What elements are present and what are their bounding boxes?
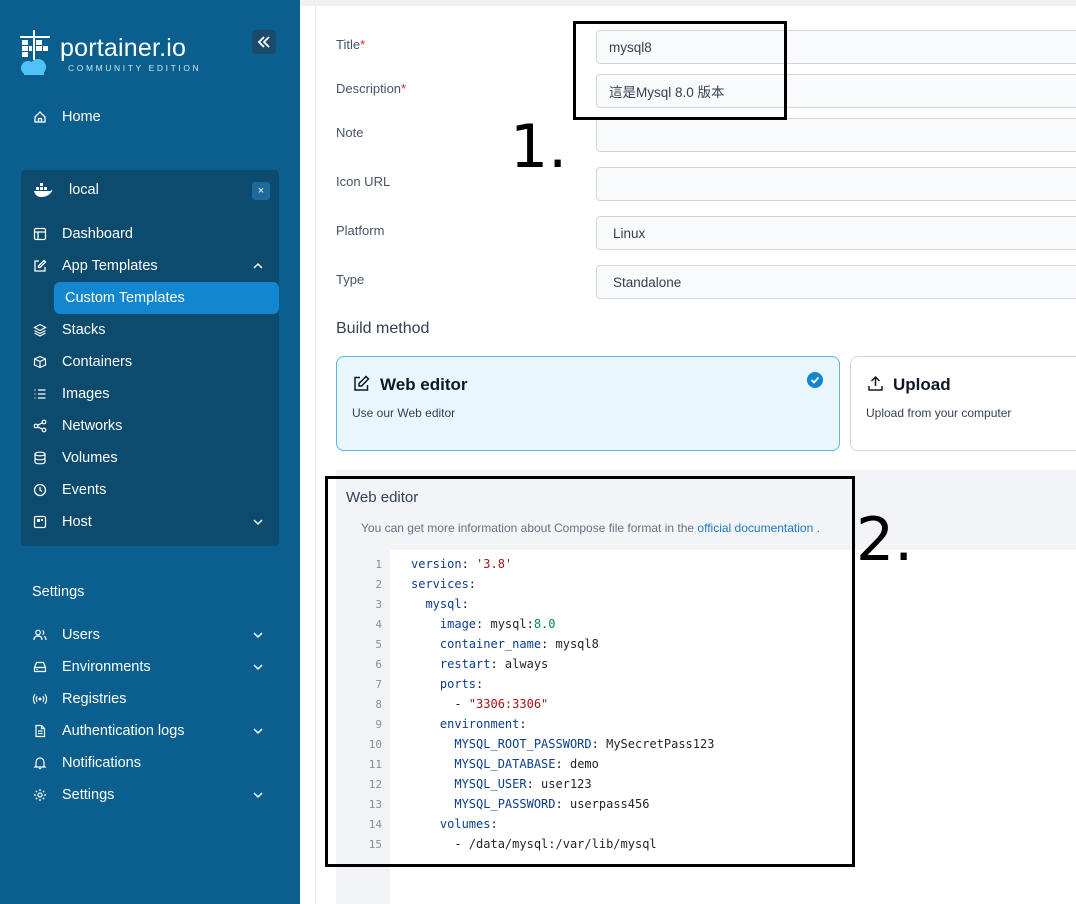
sidebar-item-home[interactable]: Home bbox=[0, 101, 300, 133]
dashboard-icon bbox=[33, 227, 47, 241]
sidebar-item-label: Containers bbox=[62, 354, 133, 370]
gear-icon bbox=[34, 789, 46, 801]
file-text-icon bbox=[35, 724, 46, 738]
sidebar-item-settings[interactable]: Settings bbox=[0, 779, 300, 811]
sidebar-item-stacks[interactable]: Stacks bbox=[0, 314, 300, 346]
docker-icon bbox=[34, 183, 53, 197]
sidebar-item-label: Events bbox=[62, 482, 107, 498]
double-chevron-left-icon bbox=[257, 36, 270, 48]
platform-select-value: Linux bbox=[613, 225, 646, 241]
sidebar-item-label: Dashboard bbox=[62, 226, 133, 242]
sidebar-item-registries[interactable]: Registries bbox=[0, 683, 300, 715]
sidebar-item-authentication-logs[interactable]: Authentication logs bbox=[0, 715, 300, 747]
sidebar-item-label: Volumes bbox=[62, 450, 118, 466]
sidebar-item-notifications[interactable]: Notifications bbox=[0, 747, 300, 779]
portainer-logo-icon bbox=[18, 30, 52, 76]
title-label: Title* bbox=[336, 37, 366, 52]
share-icon bbox=[33, 419, 47, 433]
sidebar-item-label: Notifications bbox=[62, 755, 141, 771]
sidebar-item-label: Settings bbox=[62, 787, 115, 803]
sidebar-item-label: App Templates bbox=[62, 258, 158, 274]
type-select[interactable]: Standalone bbox=[596, 265, 1076, 299]
sidebar-item-label: Home bbox=[62, 109, 101, 125]
server-icon bbox=[33, 515, 47, 529]
sidebar-item-label: Stacks bbox=[62, 322, 106, 338]
upload-option-card[interactable]: Upload Upload from your computer bbox=[850, 356, 1076, 451]
icon-url-input[interactable] bbox=[596, 167, 1076, 201]
sidebar-item-app-templates[interactable]: App Templates bbox=[0, 250, 300, 282]
content-divider bbox=[315, 6, 316, 904]
build-method-heading: Build method bbox=[336, 320, 430, 337]
sidebar-item-label: Custom Templates bbox=[65, 290, 185, 306]
platform-label: Platform bbox=[336, 223, 385, 238]
logo-title: portainer.io bbox=[60, 33, 187, 62]
sidebar-item-host[interactable]: Host bbox=[0, 506, 300, 538]
annotation-number-1: 1. bbox=[510, 112, 568, 182]
description-label: Description* bbox=[336, 81, 407, 96]
upload-option-title: Upload bbox=[893, 375, 951, 394]
close-environment-button[interactable]: × bbox=[252, 182, 270, 200]
list-icon bbox=[34, 389, 46, 399]
sidebar-item-label: Images bbox=[62, 386, 110, 402]
edit-icon bbox=[354, 375, 370, 391]
bell-icon bbox=[33, 757, 47, 770]
type-label: Type bbox=[336, 272, 365, 287]
sidebar-item-label: Users bbox=[62, 627, 100, 643]
logo-subtitle: COMMUNITY EDITION bbox=[68, 62, 202, 73]
note-input[interactable] bbox=[596, 118, 1076, 152]
note-label: Note bbox=[336, 125, 364, 140]
users-icon bbox=[33, 629, 47, 641]
layers-icon bbox=[33, 323, 47, 337]
sidebar-item-custom-templates[interactable]: Custom Templates bbox=[54, 282, 279, 314]
annotation-number-2: 2. bbox=[856, 505, 914, 575]
sidebar-item-label: Authentication logs bbox=[62, 723, 185, 739]
web-editor-option-title: Web editor bbox=[380, 375, 468, 394]
sidebar-item-label: Host bbox=[62, 514, 92, 530]
web-editor-option-description: Use our Web editor bbox=[352, 406, 456, 420]
type-select-value: Standalone bbox=[613, 274, 682, 290]
portainer-logo[interactable]: portainer.io COMMUNITY EDITION bbox=[18, 30, 201, 76]
annotation-box-1 bbox=[573, 21, 787, 120]
close-icon: × bbox=[257, 185, 265, 197]
upload-icon bbox=[868, 375, 883, 391]
chevron-down-icon bbox=[253, 792, 263, 799]
sidebar-item-label: Environments bbox=[62, 659, 151, 675]
sidebar-item-images[interactable]: Images bbox=[0, 378, 300, 410]
radio-icon bbox=[33, 693, 47, 705]
edit-icon bbox=[34, 259, 47, 272]
clock-icon bbox=[33, 483, 47, 497]
settings-section-heading: Settings bbox=[32, 584, 85, 600]
upload-option-description: Upload from your computer bbox=[866, 406, 1012, 420]
database-icon bbox=[34, 451, 46, 465]
chevron-down-icon bbox=[253, 519, 263, 526]
icon-url-label: Icon URL bbox=[336, 174, 391, 189]
sidebar-item-label: Registries bbox=[62, 691, 127, 707]
web-editor-option-card[interactable]: Web editor Use our Web editor bbox=[336, 356, 840, 451]
sidebar-item-environments[interactable]: Environments bbox=[0, 651, 300, 683]
sidebar-item-label: Networks bbox=[62, 418, 123, 434]
sidebar-item-users[interactable]: Users bbox=[0, 619, 300, 651]
chevron-down-icon bbox=[253, 664, 263, 671]
box-icon bbox=[33, 355, 47, 369]
chevron-down-icon bbox=[253, 728, 263, 735]
check-icon bbox=[807, 372, 823, 388]
annotation-box-2 bbox=[325, 476, 855, 867]
collapse-sidebar-button[interactable] bbox=[252, 30, 276, 54]
chevron-up-icon bbox=[253, 262, 263, 269]
sidebar-item-dashboard[interactable]: Dashboard bbox=[0, 218, 300, 250]
environment-header: local bbox=[21, 172, 279, 208]
sidebar-item-networks[interactable]: Networks bbox=[0, 410, 300, 442]
sidebar-item-containers[interactable]: Containers bbox=[0, 346, 300, 378]
home-icon bbox=[34, 111, 46, 123]
sidebar-item-volumes[interactable]: Volumes bbox=[0, 442, 300, 474]
hard-drive-icon bbox=[33, 661, 47, 673]
top-strip bbox=[300, 0, 1076, 6]
sidebar: portainer.io COMMUNITY EDITION Home loca… bbox=[0, 0, 300, 904]
platform-select[interactable]: Linux bbox=[596, 216, 1076, 250]
sidebar-item-events[interactable]: Events bbox=[0, 474, 300, 506]
chevron-down-icon bbox=[253, 632, 263, 639]
environment-name: local bbox=[69, 182, 99, 198]
